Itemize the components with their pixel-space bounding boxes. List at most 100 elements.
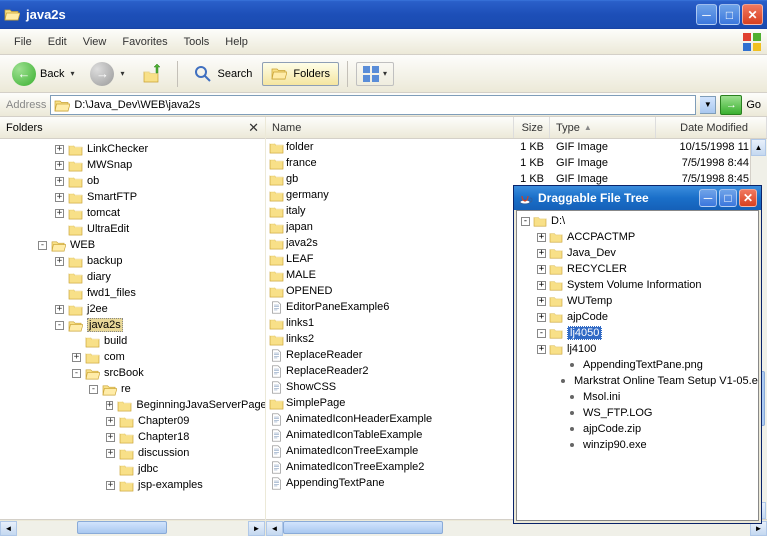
java-window[interactable]: Draggable File Tree ─ □ ✕ -D:\+ACCPACTMP… xyxy=(513,185,762,524)
expand-icon[interactable]: + xyxy=(106,481,115,490)
collapse-icon[interactable]: - xyxy=(521,217,530,226)
expand-icon[interactable]: + xyxy=(106,401,113,410)
tree-item[interactable]: +System Volume Information xyxy=(519,277,756,293)
scroll-left-button[interactable]: ◄ xyxy=(266,521,283,536)
close-icon[interactable]: ✕ xyxy=(248,120,259,136)
menu-help[interactable]: Help xyxy=(217,33,256,51)
menu-favorites[interactable]: Favorites xyxy=(114,33,175,51)
minimize-button[interactable]: ─ xyxy=(696,4,717,25)
java-tree-body[interactable]: -D:\+ACCPACTMP+Java_Dev+RECYCLER+System … xyxy=(516,210,759,521)
tree-item[interactable]: -srcBook xyxy=(0,365,265,381)
tree-item[interactable]: +MWSnap xyxy=(0,157,265,173)
scroll-thumb[interactable] xyxy=(77,521,167,534)
expand-icon[interactable]: + xyxy=(106,417,115,426)
titlebar[interactable]: java2s ─ □ ✕ xyxy=(0,0,767,29)
list-row[interactable]: folder1 KBGIF Image10/15/1998 11 xyxy=(266,139,767,155)
tree-item[interactable]: +j2ee xyxy=(0,301,265,317)
tree-item[interactable]: jdbc xyxy=(0,461,265,477)
expand-icon[interactable]: + xyxy=(106,433,115,442)
tree-item[interactable]: -re xyxy=(0,381,265,397)
tree-item[interactable]: -D:\ xyxy=(519,213,756,229)
tree-item[interactable]: +RECYCLER xyxy=(519,261,756,277)
tree-item[interactable]: Markstrat Online Team Setup V1-05.exe xyxy=(519,373,756,389)
menu-tools[interactable]: Tools xyxy=(176,33,218,51)
expand-icon[interactable]: + xyxy=(537,345,546,354)
chevron-down-icon[interactable]: ▾ xyxy=(70,69,74,78)
tree-item[interactable]: +LinkChecker xyxy=(0,141,265,157)
expand-icon[interactable]: + xyxy=(55,257,64,266)
address-dropdown[interactable]: ▼ xyxy=(700,96,716,114)
scroll-right-button[interactable]: ► xyxy=(248,521,265,536)
column-name[interactable]: Name xyxy=(266,117,514,138)
tree-item[interactable]: AppendingTextPane.png xyxy=(519,357,756,373)
list-row[interactable]: france1 KBGIF Image7/5/1998 8:44 xyxy=(266,155,767,171)
search-button[interactable]: Search xyxy=(186,60,259,88)
expand-icon[interactable]: + xyxy=(537,233,546,242)
tree-item[interactable]: -WEB xyxy=(0,237,265,253)
folder-tree[interactable]: +LinkChecker+MWSnap+ob+SmartFTP+tomcatUl… xyxy=(0,139,265,519)
menu-edit[interactable]: Edit xyxy=(40,33,75,51)
close-button[interactable]: ✕ xyxy=(742,4,763,25)
tree-item[interactable]: +tomcat xyxy=(0,205,265,221)
minimize-button[interactable]: ─ xyxy=(699,189,717,207)
maximize-button[interactable]: □ xyxy=(719,4,740,25)
tree-item[interactable]: +backup xyxy=(0,253,265,269)
chevron-down-icon[interactable]: ▾ xyxy=(383,69,387,78)
up-button[interactable] xyxy=(135,60,169,88)
tree-item[interactable]: UltraEdit xyxy=(0,221,265,237)
expand-icon[interactable]: + xyxy=(537,265,546,274)
back-button[interactable]: ← Back ▾ xyxy=(6,59,80,89)
expand-icon[interactable]: + xyxy=(55,305,64,314)
tree-item[interactable]: +ACCPACTMP xyxy=(519,229,756,245)
go-button[interactable]: → xyxy=(720,95,742,115)
chevron-down-icon[interactable]: ▾ xyxy=(120,69,124,78)
scroll-thumb[interactable] xyxy=(283,521,443,534)
address-field[interactable]: D:\Java_Dev\WEB\java2s xyxy=(50,95,696,115)
collapse-icon[interactable]: - xyxy=(89,385,98,394)
tree-item[interactable]: +Chapter18 xyxy=(0,429,265,445)
column-date[interactable]: Date Modified xyxy=(656,117,767,138)
expand-icon[interactable]: + xyxy=(55,145,64,154)
scroll-up-button[interactable]: ▲ xyxy=(751,139,766,156)
maximize-button[interactable]: □ xyxy=(719,189,737,207)
forward-button[interactable]: → ▾ xyxy=(84,59,130,89)
expand-icon[interactable]: + xyxy=(72,353,81,362)
tree-item[interactable]: -java2s xyxy=(0,317,265,333)
expand-icon[interactable]: + xyxy=(55,193,64,202)
expand-icon[interactable]: + xyxy=(55,177,64,186)
tree-item[interactable]: +ajpCode xyxy=(519,309,756,325)
tree-item[interactable]: Msol.ini xyxy=(519,389,756,405)
views-button[interactable]: ▾ xyxy=(356,62,394,86)
expand-icon[interactable]: + xyxy=(537,281,546,290)
tree-item[interactable]: +BeginningJavaServerPages xyxy=(0,397,265,413)
collapse-icon[interactable]: - xyxy=(38,241,47,250)
tree-item[interactable]: +discussion xyxy=(0,445,265,461)
column-type[interactable]: Type▲ xyxy=(550,117,656,138)
tree-item[interactable]: winzip90.exe xyxy=(519,437,756,453)
tree-item[interactable]: ajpCode.zip xyxy=(519,421,756,437)
folders-button[interactable]: Folders xyxy=(262,62,339,86)
expand-icon[interactable]: + xyxy=(537,297,546,306)
tree-item[interactable]: WS_FTP.LOG xyxy=(519,405,756,421)
menu-file[interactable]: File xyxy=(6,33,40,51)
tree-item[interactable]: -lj4050 xyxy=(519,325,756,341)
expand-icon[interactable]: + xyxy=(106,449,115,458)
tree-item[interactable]: +Chapter09 xyxy=(0,413,265,429)
expand-icon[interactable]: + xyxy=(55,209,64,218)
tree-item[interactable]: +Java_Dev xyxy=(519,245,756,261)
tree-item[interactable]: +lj4100 xyxy=(519,341,756,357)
collapse-icon[interactable]: - xyxy=(537,329,546,338)
menu-view[interactable]: View xyxy=(75,33,115,51)
h-scrollbar[interactable]: ◄ ► xyxy=(0,519,265,536)
tree-item[interactable]: +SmartFTP xyxy=(0,189,265,205)
column-size[interactable]: Size xyxy=(514,117,550,138)
collapse-icon[interactable]: - xyxy=(55,321,64,330)
scroll-left-button[interactable]: ◄ xyxy=(0,521,17,536)
expand-icon[interactable]: + xyxy=(55,161,64,170)
expand-icon[interactable]: + xyxy=(537,249,546,258)
tree-item[interactable]: +jsp-examples xyxy=(0,477,265,493)
java-titlebar[interactable]: Draggable File Tree ─ □ ✕ xyxy=(514,186,761,210)
collapse-icon[interactable]: - xyxy=(72,369,81,378)
scroll-track[interactable] xyxy=(17,521,248,536)
tree-item[interactable]: +ob xyxy=(0,173,265,189)
